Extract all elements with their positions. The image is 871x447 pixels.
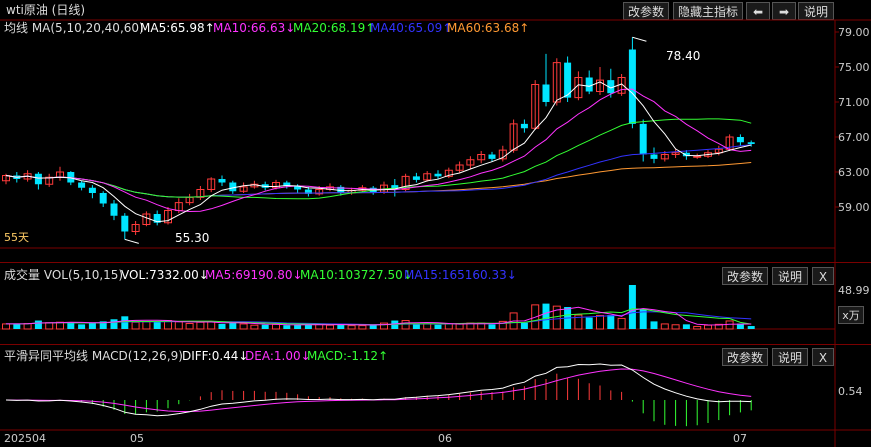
candle-body [650,154,658,159]
volume-bar [671,324,680,330]
ma60-line [5,162,752,198]
volume-bar [121,316,129,329]
volume-bar [78,324,86,329]
volume-bar [660,323,669,330]
volume-bar [229,322,237,329]
volume-bar [585,317,593,329]
candle-body [110,203,118,216]
volume-bar [347,325,356,330]
volume-bar [283,325,291,329]
candle-body [488,154,496,159]
volume-bar [682,324,690,329]
volume-bar [747,326,755,329]
volume-bar [2,323,10,330]
candlestick-chart [0,19,871,447]
volume-bar [250,324,259,330]
volume-bar [88,322,96,329]
candle-body [34,173,42,185]
volume-bar [434,324,442,329]
volume-bar [596,314,604,330]
volume-bar [628,285,636,329]
vol-ma15-line [6,311,752,326]
candle-body [229,182,237,192]
volume-bar [326,324,334,330]
ma5-line [5,81,752,223]
volume-bar [617,317,626,330]
volume-bar [725,320,734,330]
diff-line [5,363,752,417]
volume-bar [185,323,194,330]
volume-bar [704,324,712,330]
candle-body [99,193,107,204]
candle-body [639,123,647,155]
volume-bar [412,324,420,329]
volume-bar [401,320,410,330]
volume-bar [131,321,140,330]
candle-body [693,155,702,158]
candle-body [542,84,550,102]
candle-body [218,179,226,183]
ma20-line [5,118,752,200]
candle-body [736,137,744,143]
volume-bar [239,323,248,330]
volume-bar [520,322,528,329]
volume-bar [218,323,226,329]
volume-bar [110,319,118,329]
candle-body [121,215,129,232]
volume-bar [272,323,280,330]
volume-bar [607,315,615,329]
ma10-line [5,88,752,213]
volume-bar [34,320,42,329]
volume-bar [13,323,21,329]
candle-body [747,142,755,144]
candle-body [88,187,96,193]
volume-bar [542,303,550,329]
volume-bar [693,325,702,330]
low-marker [124,238,139,244]
volume-bar [207,321,216,330]
volume-bar [174,321,183,330]
volume-bar [358,325,367,330]
candle-body [412,176,420,180]
candle-body [628,49,636,124]
candle-body [520,123,528,129]
volume-bar [294,324,302,329]
volume-bar [153,321,161,329]
volume-bar [23,323,32,330]
candle-body [78,182,86,188]
volume-bar [261,324,269,329]
high-marker [632,36,647,42]
volume-bar [142,321,151,330]
volume-bar [650,321,658,329]
volume-bar [196,321,205,330]
candle-body [585,77,593,92]
volume-bar [67,322,75,329]
volume-bar [423,323,432,330]
volume-bar [488,324,496,329]
candle-body [434,173,442,177]
volume-bar [45,322,54,330]
vol-ma10-line [6,308,752,326]
volume-bar [444,323,453,330]
